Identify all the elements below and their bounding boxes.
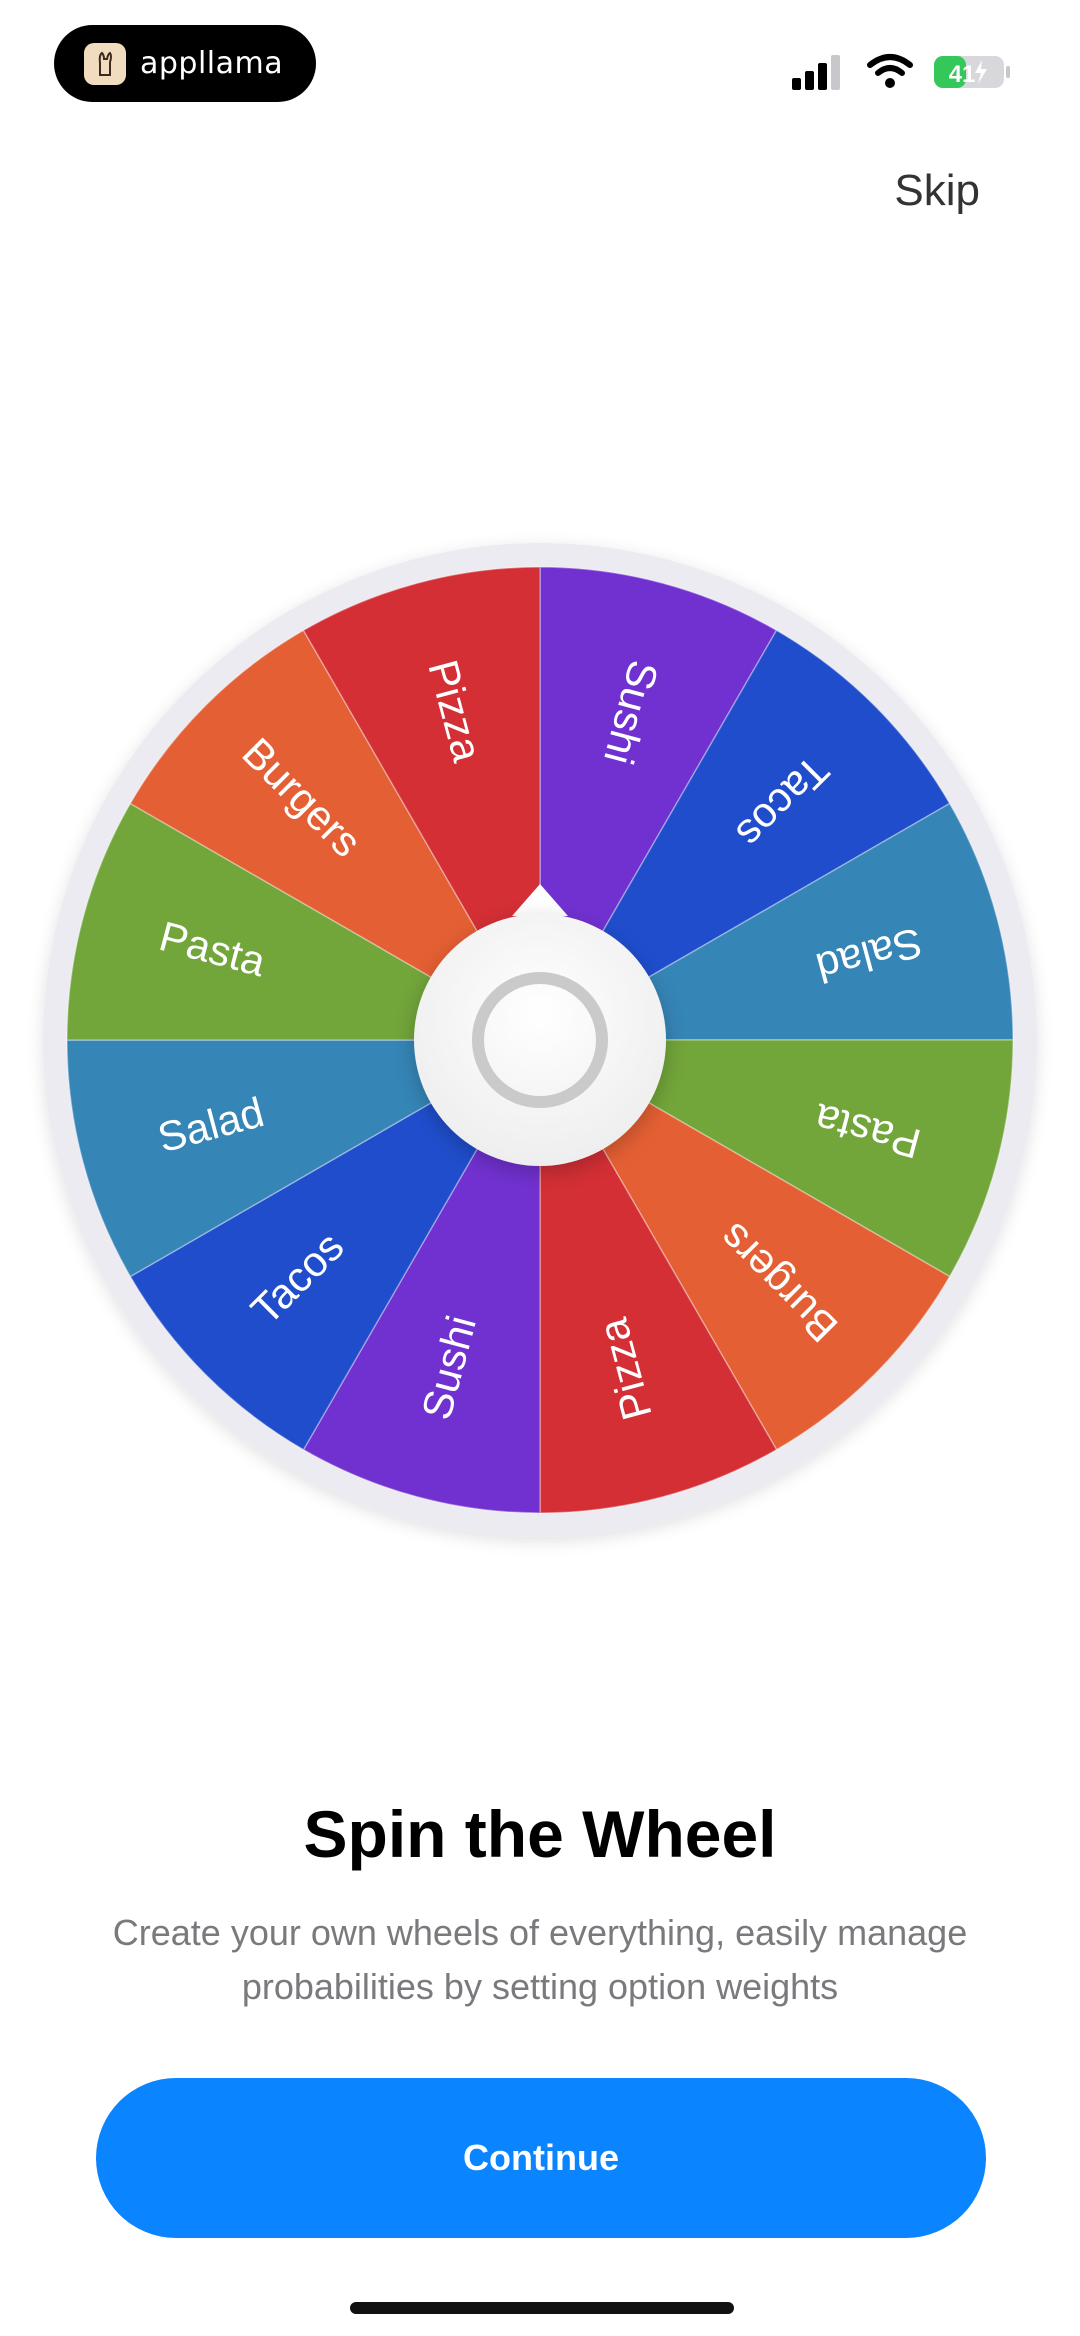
cellular-signal-icon <box>792 55 840 90</box>
brand-pill: appllama <box>54 25 316 102</box>
wifi-icon <box>867 54 913 88</box>
continue-button[interactable]: Continue <box>96 2078 986 2238</box>
home-indicator <box>350 2302 734 2314</box>
onboarding-title: Spin the Wheel <box>303 1797 777 1871</box>
subtitle-line-2: probabilities by setting option weights <box>241 1966 839 2007</box>
skip-button[interactable]: Skip <box>894 166 980 216</box>
llama-logo-icon <box>84 42 126 85</box>
onboarding-subtitle: Create your own wheels of everything, ea… <box>60 1906 1020 2014</box>
spin-wheel[interactable]: SushiTacosSaladPastaBurgersPizzaSushiTac… <box>0 500 1080 1580</box>
status-bar: appllama 41 <box>0 0 1080 120</box>
battery-level: 41 <box>949 61 976 88</box>
battery-icon: 41 <box>934 56 1010 88</box>
brand-name: appllama <box>140 46 284 81</box>
subtitle-line-1: Create your own wheels of everything, ea… <box>112 1912 968 1953</box>
